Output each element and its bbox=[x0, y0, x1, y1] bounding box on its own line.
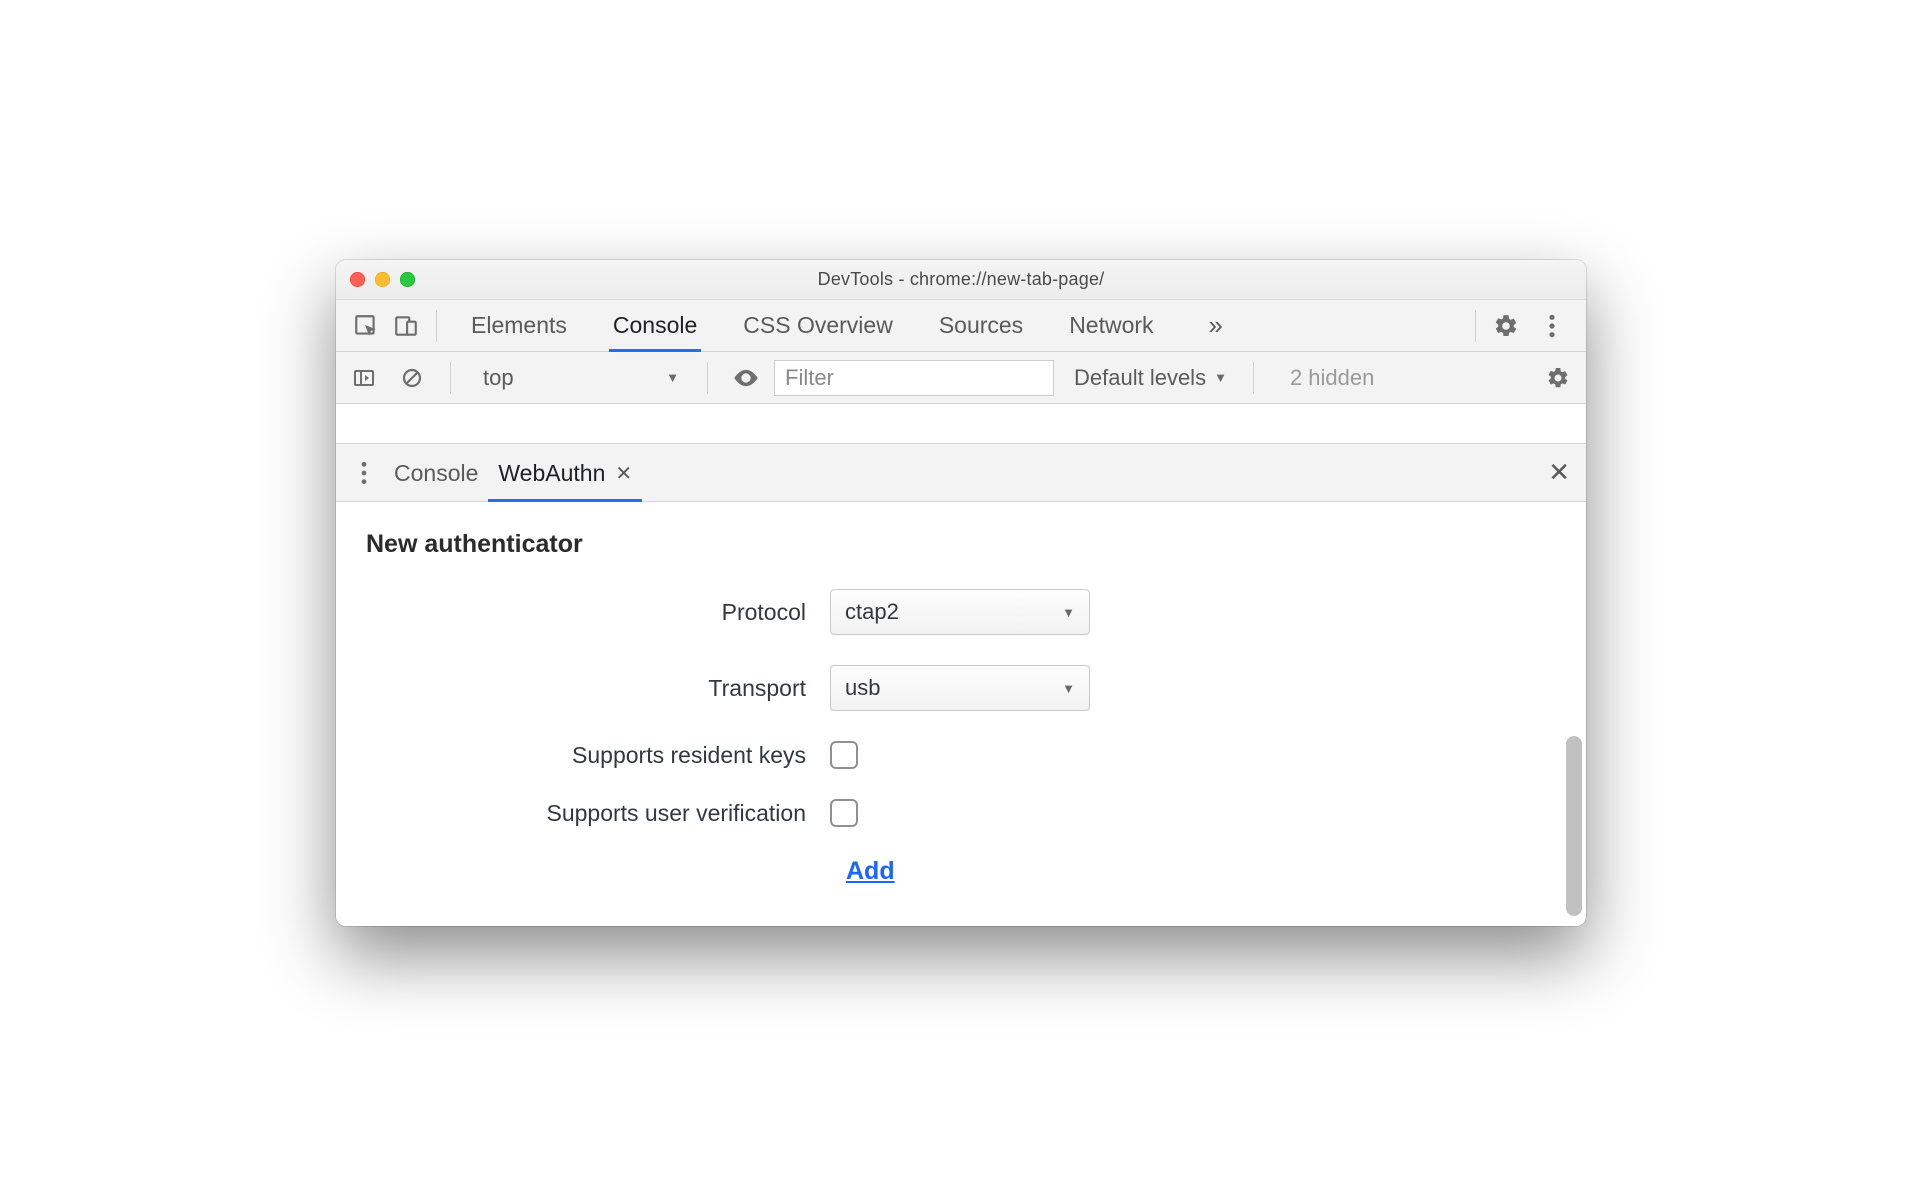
webauthn-panel: New authenticator Protocol ctap2 ▼ Trans… bbox=[336, 502, 1586, 926]
user-verification-checkbox[interactable] bbox=[830, 799, 858, 827]
section-heading: New authenticator bbox=[366, 530, 1556, 559]
tab-css-overview[interactable]: CSS Overview bbox=[739, 300, 897, 352]
tab-network[interactable]: Network bbox=[1065, 300, 1157, 352]
console-toolbar: top ▼ Default levels ▼ 2 hidden bbox=[336, 352, 1586, 404]
live-expression-eye-icon[interactable] bbox=[726, 358, 766, 398]
main-tabbar: Elements Console CSS Overview Sources Ne… bbox=[336, 300, 1586, 352]
add-authenticator-button[interactable]: Add bbox=[846, 857, 1556, 886]
more-tabs-icon[interactable]: » bbox=[1196, 306, 1236, 346]
settings-gear-icon[interactable] bbox=[1486, 306, 1526, 346]
drawer-kebab-menu-icon[interactable] bbox=[344, 453, 384, 493]
main-tabs: Elements Console CSS Overview Sources Ne… bbox=[467, 300, 1465, 352]
tab-console[interactable]: Console bbox=[609, 300, 701, 352]
tab-elements[interactable]: Elements bbox=[467, 300, 571, 352]
drawer-tab-label: WebAuthn bbox=[498, 460, 605, 487]
devtools-window: DevTools - chrome://new-tab-page/ Elemen… bbox=[336, 260, 1586, 926]
context-value: top bbox=[483, 365, 514, 391]
divider bbox=[450, 362, 451, 394]
drawer-tabbar: Console WebAuthn ✕ ✕ bbox=[336, 444, 1586, 502]
chevron-down-icon: ▼ bbox=[1062, 605, 1075, 620]
drawer-tab-label: Console bbox=[394, 460, 478, 487]
kebab-menu-icon[interactable] bbox=[1532, 306, 1572, 346]
log-levels-selector[interactable]: Default levels ▼ bbox=[1074, 365, 1227, 391]
hidden-messages-count[interactable]: 2 hidden bbox=[1290, 365, 1374, 391]
execution-context-selector[interactable]: top ▼ bbox=[469, 361, 689, 395]
resident-keys-checkbox[interactable] bbox=[830, 741, 858, 769]
tab-sources[interactable]: Sources bbox=[935, 300, 1027, 352]
console-filter-input[interactable] bbox=[774, 360, 1054, 396]
transport-label: Transport bbox=[366, 675, 806, 702]
divider bbox=[1475, 310, 1476, 342]
divider bbox=[436, 310, 437, 342]
device-toolbar-icon[interactable] bbox=[386, 306, 426, 346]
transport-select[interactable]: usb ▼ bbox=[830, 665, 1090, 711]
clear-console-icon[interactable] bbox=[392, 358, 432, 398]
protocol-label: Protocol bbox=[366, 599, 806, 626]
divider bbox=[707, 362, 708, 394]
protocol-value: ctap2 bbox=[845, 599, 899, 625]
drawer-tab-webauthn[interactable]: WebAuthn ✕ bbox=[488, 444, 642, 502]
transport-value: usb bbox=[845, 675, 880, 701]
console-settings-gear-icon[interactable] bbox=[1538, 358, 1578, 398]
chevron-down-icon: ▼ bbox=[666, 370, 679, 385]
levels-label: Default levels bbox=[1074, 365, 1206, 391]
chevron-down-icon: ▼ bbox=[1214, 370, 1227, 385]
drawer-tab-console[interactable]: Console bbox=[384, 444, 488, 502]
chevron-down-icon: ▼ bbox=[1062, 681, 1075, 696]
resident-keys-label: Supports resident keys bbox=[366, 742, 806, 769]
scrollbar[interactable] bbox=[1566, 502, 1582, 926]
divider bbox=[1253, 362, 1254, 394]
console-output-area bbox=[336, 404, 1586, 444]
inspect-element-icon[interactable] bbox=[346, 306, 386, 346]
user-verification-label: Supports user verification bbox=[366, 800, 806, 827]
protocol-select[interactable]: ctap2 ▼ bbox=[830, 589, 1090, 635]
scrollbar-thumb[interactable] bbox=[1566, 736, 1582, 916]
titlebar: DevTools - chrome://new-tab-page/ bbox=[336, 260, 1586, 300]
window-title: DevTools - chrome://new-tab-page/ bbox=[336, 269, 1586, 290]
console-sidebar-toggle-icon[interactable] bbox=[344, 358, 384, 398]
close-tab-icon[interactable]: ✕ bbox=[615, 461, 632, 486]
close-drawer-icon[interactable]: ✕ bbox=[1540, 457, 1578, 488]
